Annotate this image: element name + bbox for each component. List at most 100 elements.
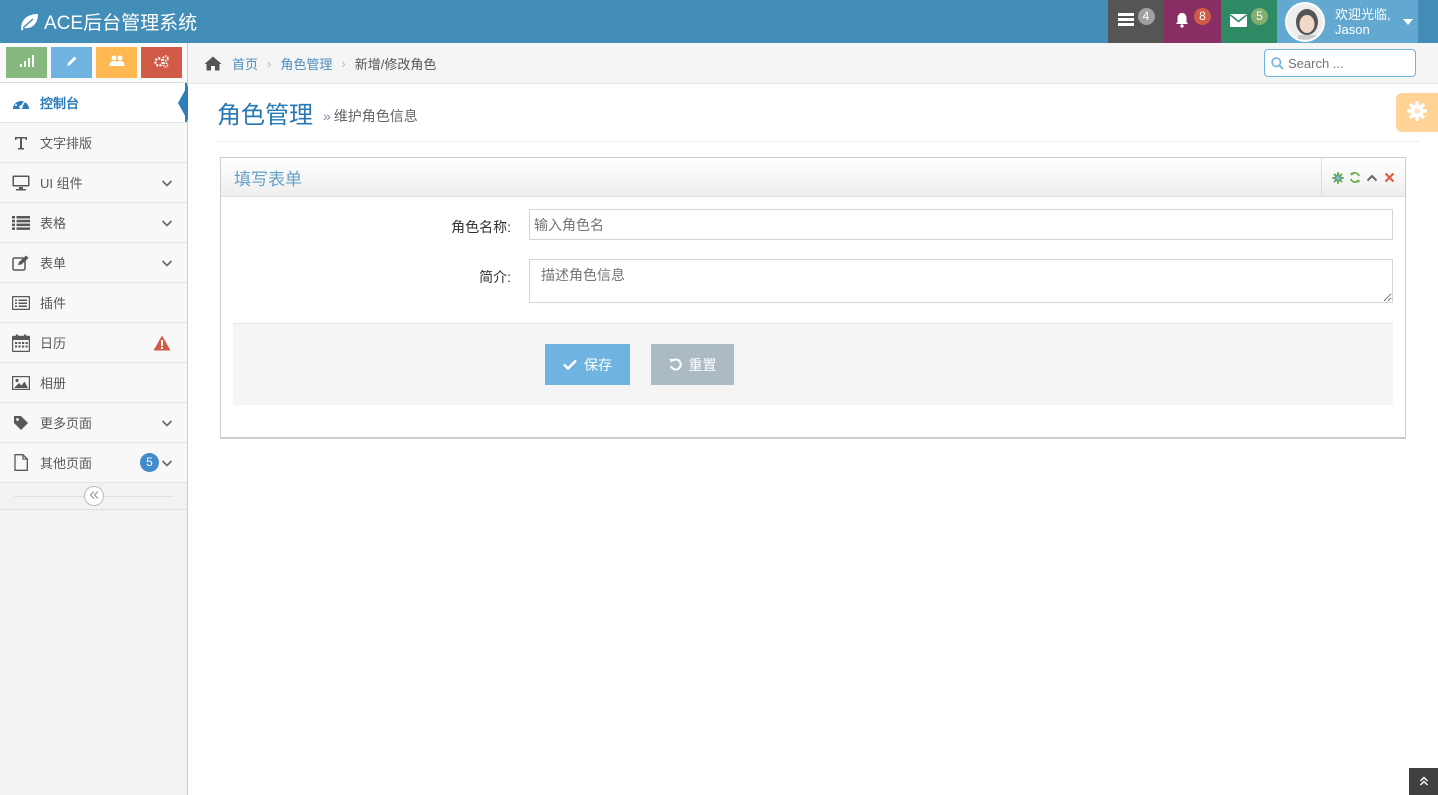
- sidebar-item-label: 控制台: [40, 96, 80, 111]
- sidebar-item-tables[interactable]: 表格: [0, 203, 187, 243]
- widget-header: 填写表单: [221, 158, 1405, 197]
- messages-button[interactable]: 5: [1221, 0, 1277, 43]
- sidebar-item-label: 相册: [40, 376, 67, 391]
- chevron-down-icon: [161, 257, 173, 269]
- sidebar-item-label: 更多页面: [40, 416, 93, 431]
- shortcut-users-button[interactable]: [96, 47, 137, 78]
- user-welcome: 欢迎光临,: [1335, 6, 1391, 22]
- other-pages-badge: 5: [140, 453, 159, 472]
- notifications-button[interactable]: 8: [1164, 0, 1221, 43]
- tasks-icon: [1117, 13, 1134, 30]
- user-name: Jason: [1335, 21, 1370, 37]
- chevron-down-icon: [161, 177, 173, 189]
- edit-icon: [11, 254, 31, 272]
- tag-icon: [11, 414, 31, 432]
- page-header: 角色管理 » 维护角色信息: [217, 84, 1419, 142]
- caret-down-icon: [1402, 18, 1413, 25]
- breadcrumb: 首页 › 角色管理 › 新增/修改角色: [188, 43, 1438, 84]
- role-name-label: 角色名称:: [451, 219, 511, 235]
- sidebar-item-ui-elements[interactable]: UI 组件: [0, 163, 187, 203]
- sidebar-item-other-pages[interactable]: 其他页面 5: [0, 443, 187, 483]
- double-angle-right-icon: »: [323, 107, 331, 124]
- reset-button[interactable]: 重置: [651, 344, 734, 385]
- check-icon: [563, 359, 577, 370]
- calendar-icon: [11, 334, 31, 352]
- users-icon: [109, 55, 125, 70]
- top-navbar: ACE后台管理系统 4 8 5 欢迎光临, Jason: [0, 0, 1438, 43]
- description-textarea[interactable]: [529, 259, 1393, 303]
- cogs-icon: [154, 54, 169, 71]
- description-label: 简介:: [479, 269, 511, 285]
- widget-toolbar: [1321, 158, 1395, 197]
- app-title: ACE后台管理系统: [44, 13, 198, 34]
- sidebar: 控制台 文字排版 UI 组件 表格 表单 插件 日历 相册 更多页面 其他页面: [0, 43, 188, 795]
- shortcut-signal-button[interactable]: [6, 47, 47, 78]
- chevron-right-icon: ›: [267, 55, 272, 71]
- desktop-icon: [11, 174, 31, 192]
- brand[interactable]: ACE后台管理系统: [18, 0, 197, 43]
- list-alt-icon: [11, 294, 31, 312]
- sidebar-item-typography[interactable]: 文字排版: [0, 123, 187, 163]
- user-menu[interactable]: 欢迎光临, Jason: [1277, 0, 1418, 43]
- messages-badge: 5: [1251, 8, 1268, 25]
- sidebar-item-calendar[interactable]: 日历: [0, 323, 187, 363]
- widget-settings-icon[interactable]: [1332, 171, 1344, 184]
- chevron-right-icon: ›: [341, 55, 346, 71]
- warning-icon: [153, 335, 171, 351]
- scroll-top-button[interactable]: [1409, 768, 1438, 795]
- sidebar-item-more-pages[interactable]: 更多页面: [0, 403, 187, 443]
- sidebar-collapse: [0, 483, 187, 510]
- envelope-icon: [1230, 13, 1247, 30]
- form-widget: 填写表单 角色名称: 简介: 保存: [220, 157, 1406, 439]
- double-chevron-left-icon: [89, 489, 99, 503]
- widget-close-icon[interactable]: [1383, 172, 1395, 184]
- tasks-badge: 4: [1137, 8, 1155, 25]
- widget-reload-icon[interactable]: [1349, 172, 1361, 184]
- search-box: [1264, 49, 1416, 77]
- double-chevron-up-icon: [1419, 774, 1429, 789]
- tachometer-icon: [11, 94, 31, 112]
- chevron-down-icon: [161, 457, 173, 469]
- search-input[interactable]: [1288, 55, 1408, 71]
- widget-title: 填写表单: [234, 169, 302, 189]
- sidebar-item-label: 其他页面: [40, 456, 93, 471]
- settings-button[interactable]: [1396, 93, 1438, 132]
- reset-button-label: 重置: [688, 356, 717, 373]
- sidebar-item-dashboard[interactable]: 控制台: [0, 83, 188, 123]
- shortcut-pencil-button[interactable]: [51, 47, 92, 78]
- chevron-down-icon: [161, 417, 173, 429]
- search-icon: [1271, 56, 1284, 70]
- leaf-icon: [18, 11, 40, 33]
- form-actions: 保存 重置: [233, 323, 1393, 405]
- sidebar-item-widgets[interactable]: 插件: [0, 283, 187, 323]
- avatar: [1285, 1, 1325, 42]
- save-button-label: 保存: [584, 356, 612, 373]
- home-icon[interactable]: [204, 56, 222, 71]
- tasks-button[interactable]: 4: [1108, 0, 1164, 43]
- signal-icon: [19, 55, 34, 70]
- text-icon: [11, 134, 31, 152]
- widget-collapse-icon[interactable]: [1366, 172, 1378, 184]
- shortcut-cogs-button[interactable]: [141, 47, 182, 78]
- file-icon: [11, 454, 31, 472]
- sidebar-item-label: 表单: [40, 256, 67, 271]
- picture-icon: [11, 374, 31, 392]
- notifications-badge: 8: [1194, 8, 1211, 25]
- sidebar-item-forms[interactable]: 表单: [0, 243, 187, 283]
- gear-icon: [1406, 100, 1428, 125]
- breadcrumb-home-link[interactable]: 首页: [232, 54, 258, 73]
- role-name-input[interactable]: [529, 209, 1393, 240]
- page-subtitle: 维护角色信息: [333, 107, 418, 124]
- bell-icon: [1174, 12, 1190, 31]
- sidebar-item-gallery[interactable]: 相册: [0, 363, 187, 403]
- sidebar-item-label: UI 组件: [40, 176, 83, 191]
- sidebar-item-label: 日历: [40, 336, 67, 351]
- undo-icon: [669, 358, 682, 371]
- sidebar-shortcuts: [0, 43, 187, 83]
- breadcrumb-section-link[interactable]: 角色管理: [280, 54, 332, 73]
- save-button[interactable]: 保存: [545, 344, 630, 385]
- chevron-down-icon: [161, 217, 173, 229]
- sidebar-collapse-button[interactable]: [83, 486, 104, 506]
- page-title: 角色管理: [217, 102, 313, 129]
- sidebar-item-label: 插件: [40, 296, 67, 311]
